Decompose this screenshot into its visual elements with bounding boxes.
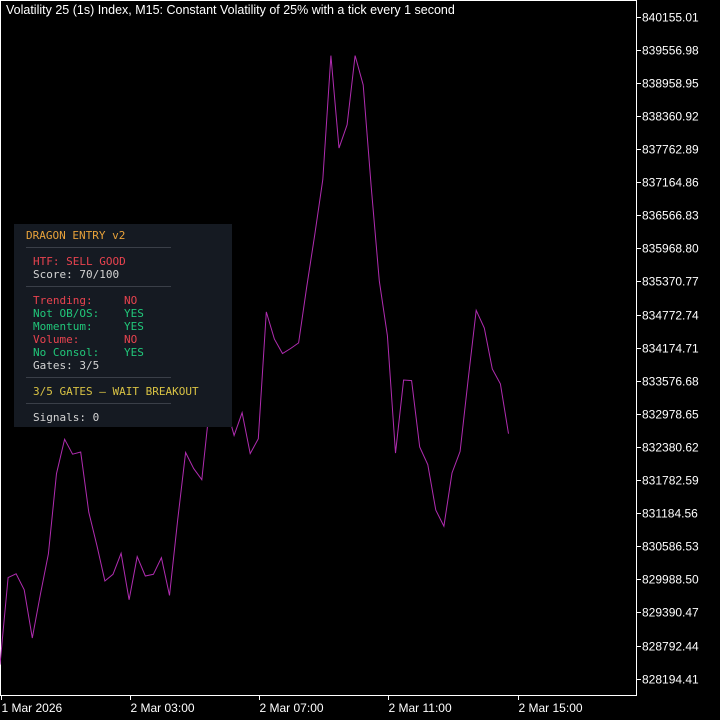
y-tick-label: 828792.44	[642, 640, 699, 654]
y-tick-label: 833576.68	[642, 375, 699, 389]
gate-label: Not OB/OS:	[33, 307, 100, 320]
y-tick-label: 838360.92	[642, 110, 699, 124]
time-axis[interactable]: 1 Mar 2026 2 Mar 03:00 2 Mar 07:00 2 Mar 11…	[1, 695, 583, 715]
gate-value: NO	[124, 294, 138, 307]
y-tick-label: 828194.41	[642, 673, 699, 687]
gates-count: Gates: 3/5	[33, 359, 100, 372]
gate-label: Volume:	[33, 333, 80, 346]
y-tick-label: 831782.59	[642, 474, 699, 488]
y-tick-label: 834174.71	[642, 342, 699, 356]
panel-title: DRAGON ENTRY v2	[26, 229, 126, 242]
y-tick-label: 835968.80	[642, 242, 699, 256]
y-tick-label: 829988.50	[642, 573, 699, 587]
price-axis[interactable]: 840155.01 839556.98 838958.95 838360.92 8377…	[636, 11, 699, 687]
x-tick-label: 1 Mar 2026	[2, 701, 63, 715]
gate-label: Trending:	[33, 294, 93, 307]
y-tick-label: 829390.47	[642, 606, 699, 620]
verdict-text: 3/5 GATES — WAIT BREAKOUT	[33, 385, 199, 398]
gate-value: YES	[124, 346, 144, 359]
x-tick-label: 2 Mar 15:00	[519, 701, 583, 715]
gate-label: Momentum:	[33, 320, 93, 333]
panel-divider	[26, 377, 171, 378]
signals-count: Signals: 0	[33, 411, 100, 424]
y-tick-label: 835370.77	[642, 275, 699, 289]
y-tick-label: 840155.01	[642, 11, 699, 25]
panel-divider	[26, 403, 171, 404]
y-tick-label: 831184.56	[642, 507, 698, 521]
y-tick-label: 836566.83	[642, 209, 699, 223]
score-text: Score: 70/100	[33, 268, 120, 281]
y-tick-label: 832380.62	[642, 441, 699, 455]
y-tick-label: 830586.53	[642, 540, 699, 554]
gate-label: No Consol:	[33, 346, 100, 359]
x-tick-label: 2 Mar 03:00	[131, 701, 195, 715]
gate-value: YES	[124, 320, 144, 333]
dragon-entry-panel: DRAGON ENTRY v2 HTF: SELL GOOD Score: 70…	[14, 224, 232, 427]
x-tick-label: 2 Mar 07:00	[260, 701, 324, 715]
y-tick-label: 838958.95	[642, 77, 699, 91]
gate-value: YES	[124, 307, 144, 320]
panel-divider	[26, 286, 171, 287]
y-tick-label: 832978.65	[642, 408, 699, 422]
y-tick-label: 834772.74	[642, 309, 699, 323]
y-tick-label: 837164.86	[642, 176, 699, 190]
panel-divider	[26, 247, 171, 248]
y-tick-label: 837762.89	[642, 143, 699, 157]
htf-status: HTF: SELL GOOD	[33, 255, 126, 268]
x-tick-label: 2 Mar 11:00	[389, 701, 452, 715]
y-tick-label: 839556.98	[642, 44, 699, 58]
gate-value: NO	[124, 333, 138, 346]
